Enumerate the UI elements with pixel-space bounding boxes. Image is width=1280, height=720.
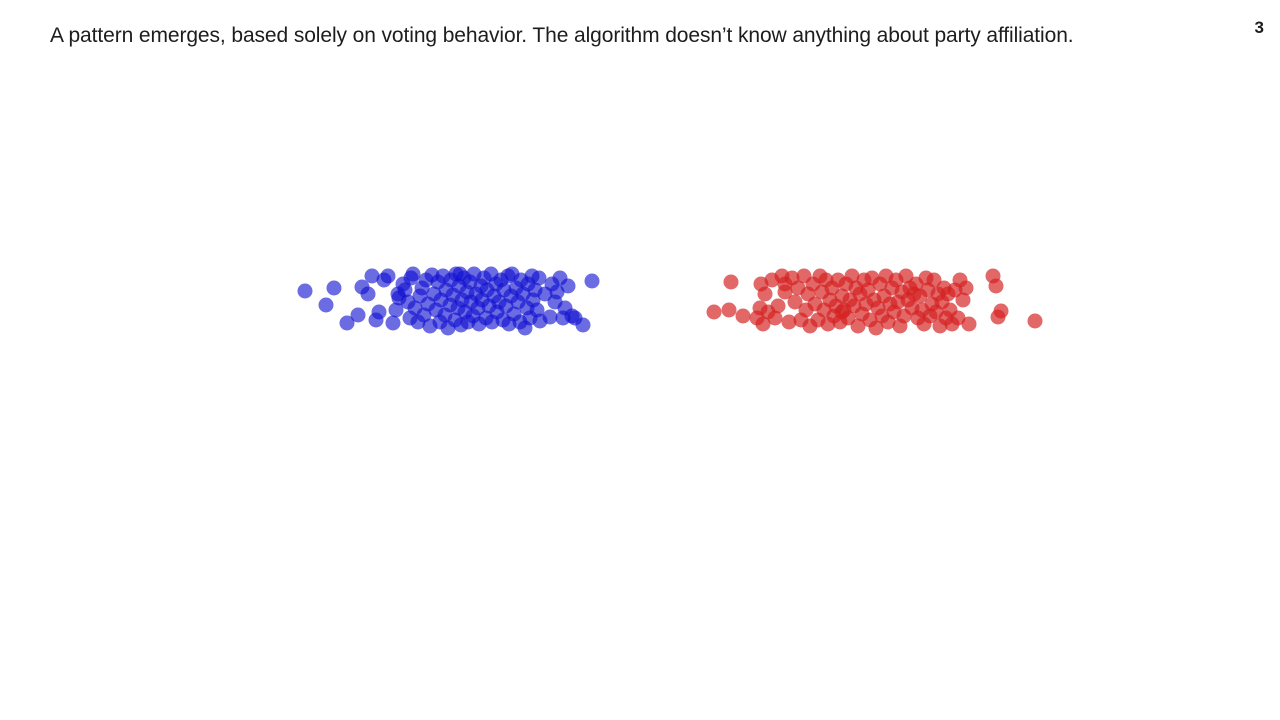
data-point [542,309,558,325]
data-point [402,310,418,326]
data-point [297,283,313,299]
data-point [1027,313,1043,329]
data-point [405,266,421,282]
data-point [988,278,1004,294]
data-point [350,307,366,323]
series-layer [297,266,1043,336]
data-point [575,317,591,333]
data-point [318,297,334,313]
data-point [752,300,768,316]
data-point [993,303,1009,319]
data-point [958,280,974,296]
data-point [834,304,850,320]
data-point [371,304,387,320]
data-point [326,280,342,296]
data-point [770,298,786,314]
data-point [385,315,401,331]
data-point [560,278,576,294]
data-point [452,266,468,282]
data-point [777,276,793,292]
data-point [584,273,600,289]
series-0-group [297,266,600,336]
data-point [360,286,376,302]
data-point [735,308,751,324]
data-point [706,304,722,320]
data-point [723,274,739,290]
scatter-plot [297,266,1043,336]
data-point [757,286,773,302]
data-point [721,302,737,318]
data-point [380,268,396,284]
data-point [961,316,977,332]
data-point [390,286,406,302]
series-1-group [706,268,1043,336]
data-point [531,270,547,286]
